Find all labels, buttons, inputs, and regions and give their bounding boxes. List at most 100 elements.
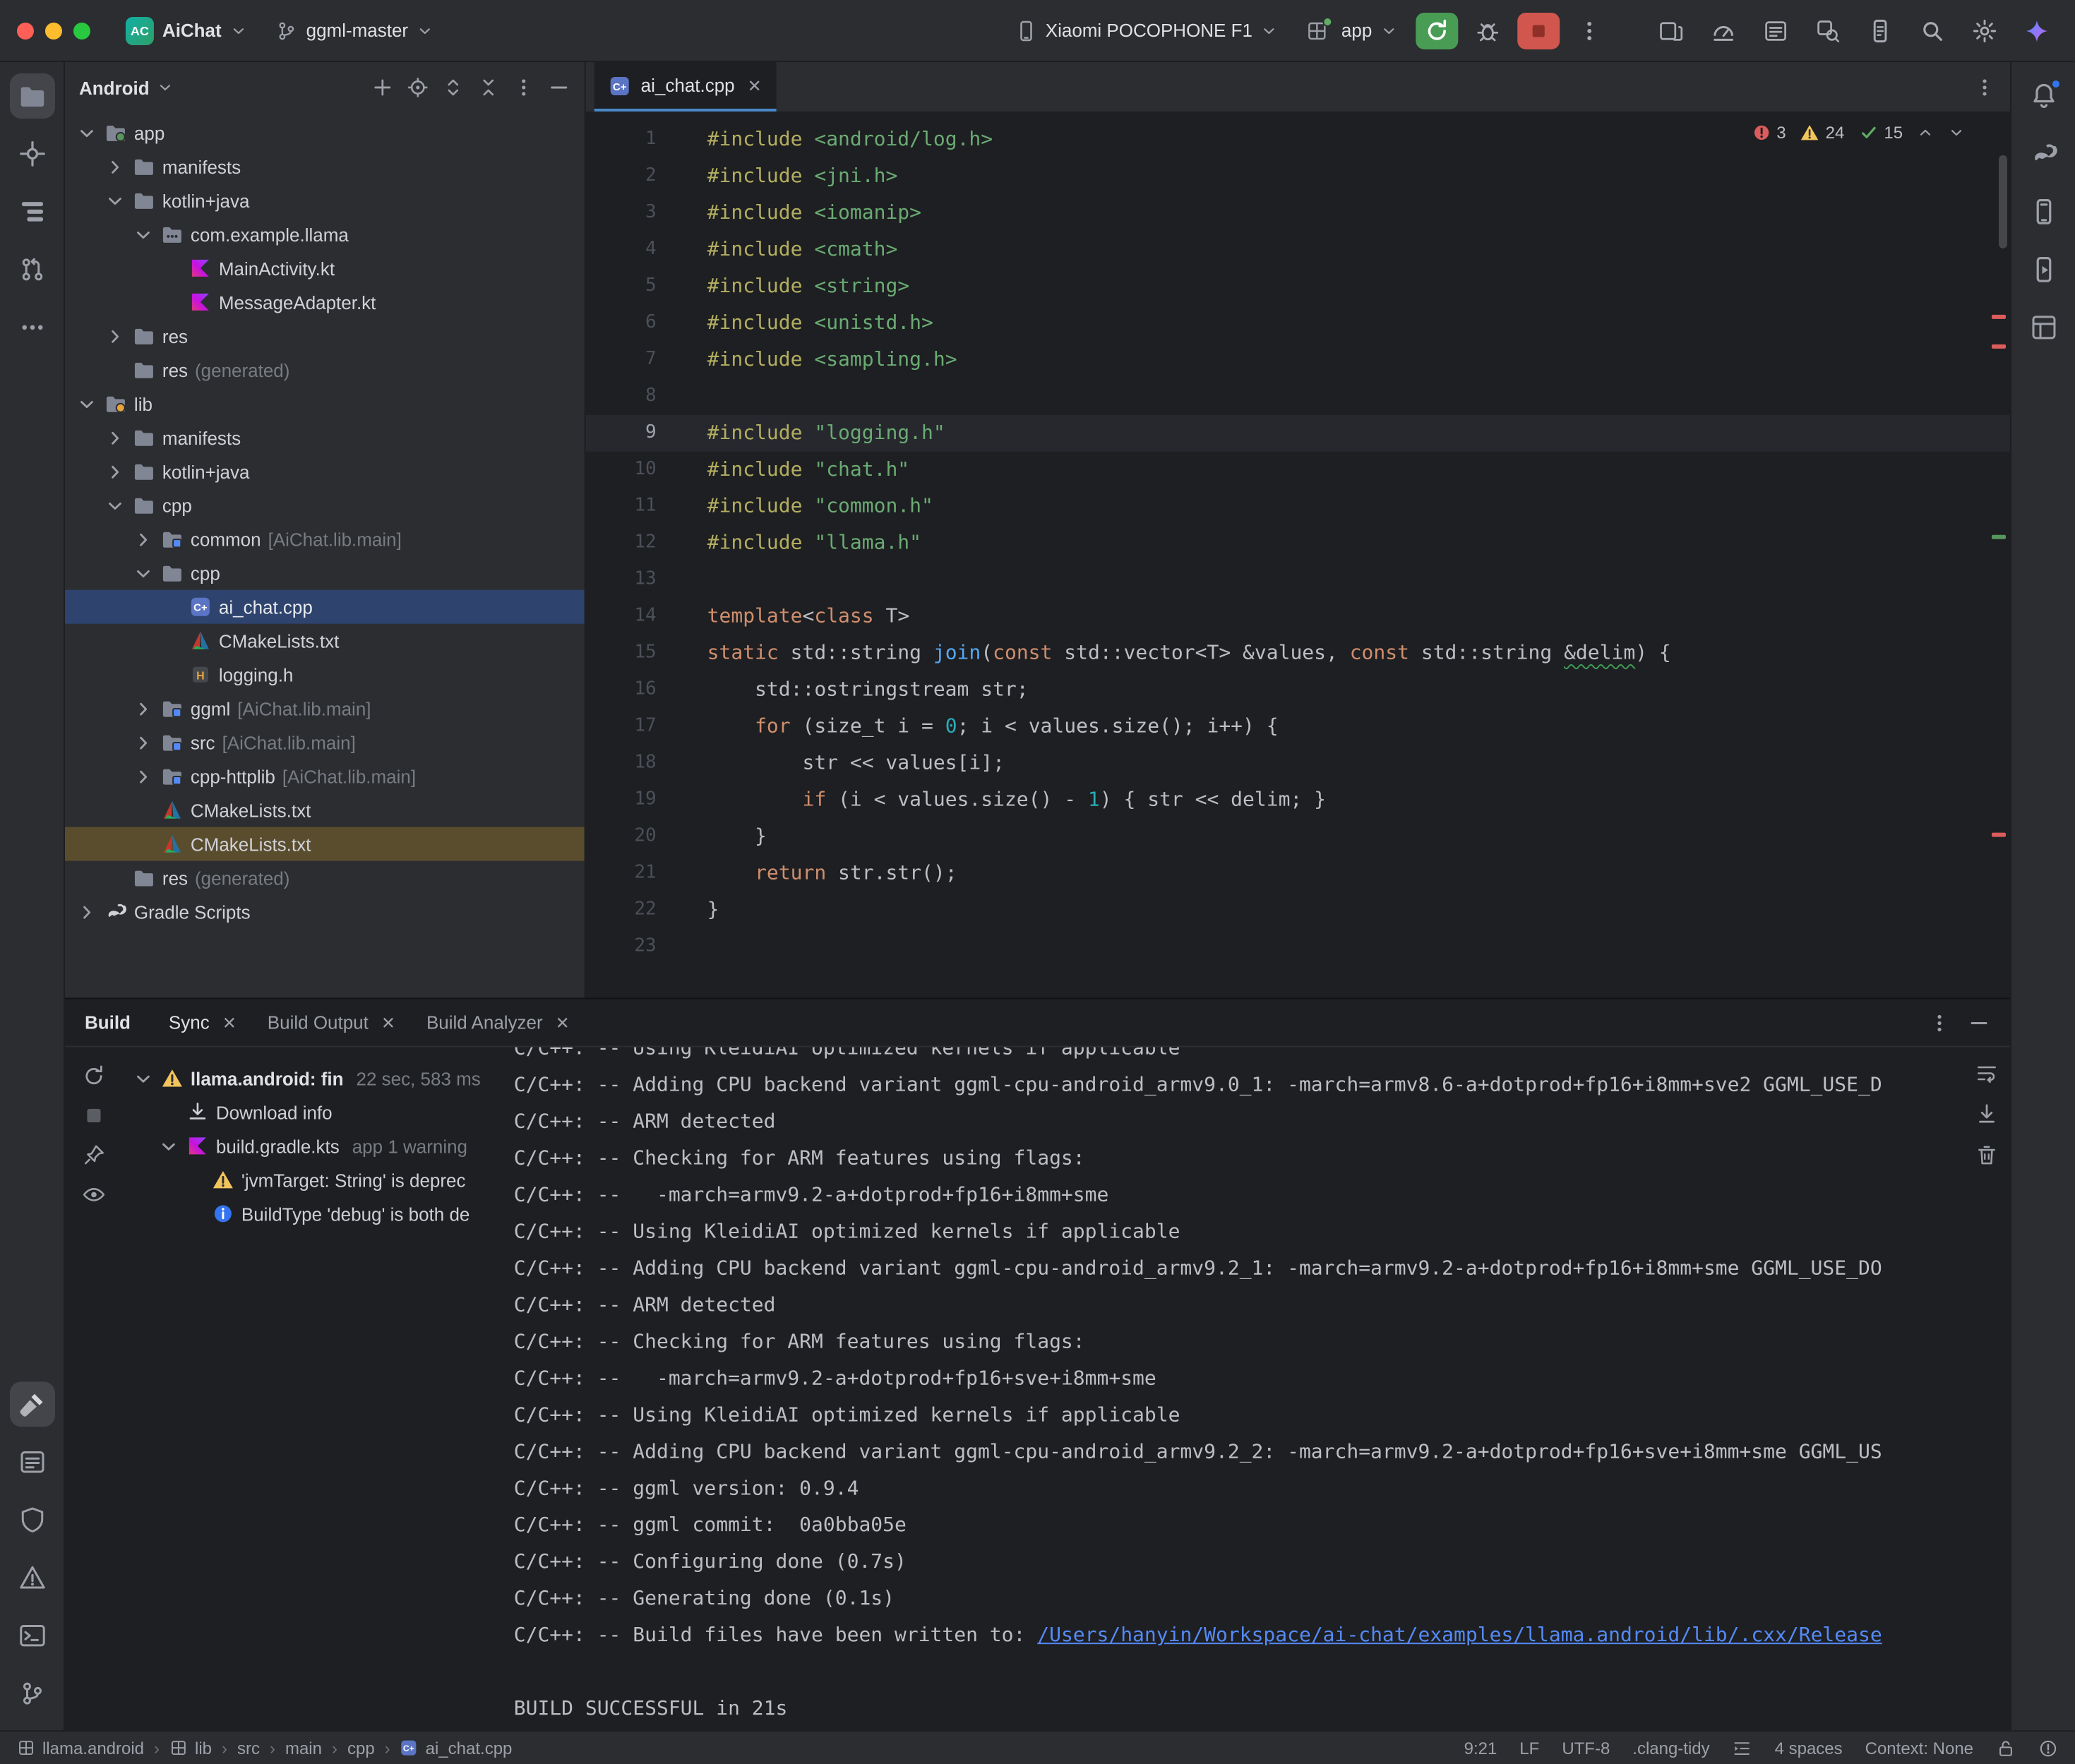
minimize-window-button[interactable] — [45, 22, 62, 39]
tree-item[interactable]: cpp — [65, 556, 585, 590]
code-line[interactable]: 18 str << values[i]; — [586, 745, 2010, 782]
commit-button[interactable] — [9, 131, 54, 176]
tree-item[interactable]: lib — [65, 387, 585, 421]
code-line[interactable]: 11#include "common.h" — [586, 488, 2010, 525]
error-stripe-mark[interactable] — [1992, 344, 2006, 349]
error-stripe-mark[interactable] — [1992, 315, 2006, 319]
more-run-options-button[interactable] — [1568, 12, 1610, 49]
tree-item[interactable]: ggml[AiChat.lib.main] — [65, 692, 585, 726]
code-line[interactable]: 6#include <unistd.h> — [586, 305, 2010, 342]
expand-all-icon[interactable] — [442, 76, 465, 99]
tree-item[interactable]: res(generated) — [65, 353, 585, 387]
error-stripe-mark[interactable] — [1992, 833, 2006, 837]
encoding-widget[interactable]: UTF-8 — [1562, 1738, 1610, 1758]
code-line[interactable]: 7#include <sampling.h> — [586, 342, 2010, 378]
app-quality-insights-button[interactable] — [9, 1497, 54, 1542]
breadcrumb-item[interactable]: C+ai_chat.cpp — [400, 1738, 513, 1758]
chevron-down-icon[interactable] — [133, 563, 154, 584]
search-everywhere-button[interactable] — [1911, 12, 1954, 49]
inspections-widget[interactable]: 3 24 15 — [1740, 119, 1976, 147]
caret-position-widget[interactable]: 9:21 — [1464, 1738, 1497, 1758]
tree-item[interactable]: cpp — [65, 488, 585, 522]
pull-requests-button[interactable] — [9, 247, 54, 292]
code-line[interactable]: 20 } — [586, 819, 2010, 856]
chevron-down-icon[interactable] — [104, 190, 126, 211]
layout-inspector-button[interactable] — [2021, 305, 2066, 350]
build-tab-sync[interactable]: Sync✕ — [156, 1007, 249, 1039]
breadcrumb-item[interactable]: lib — [169, 1738, 212, 1758]
chevron-right-icon[interactable] — [104, 461, 126, 482]
tree-item[interactable]: C+ai_chat.cpp — [65, 590, 585, 624]
stop-icon[interactable] — [81, 1103, 105, 1127]
tree-item[interactable]: CMakeLists.txt — [65, 793, 585, 827]
editor-tab-ai-chat-cpp[interactable]: C+ ai_chat.cpp ✕ — [594, 62, 776, 112]
hide-build-window-icon[interactable] — [1968, 1011, 1990, 1033]
pin-icon[interactable] — [81, 1143, 105, 1167]
error-stripe-mark[interactable] — [1992, 535, 2006, 539]
tree-item[interactable]: kotlin+java — [65, 455, 585, 488]
next-problem-icon[interactable] — [1948, 124, 1965, 141]
console-file-link[interactable]: /Users/hanyin/Workspace/ai-chat/examples… — [1037, 1624, 1882, 1647]
chevron-down-icon[interactable] — [76, 122, 97, 143]
indent-size-widget[interactable]: 4 spaces — [1775, 1738, 1843, 1758]
tree-item[interactable]: llama.android: fin22 sec, 583 ms — [121, 1061, 503, 1095]
tree-item[interactable]: Hlogging.h — [65, 658, 585, 692]
stop-button[interactable] — [1517, 12, 1560, 49]
version-control-button[interactable] — [9, 1671, 54, 1716]
close-tab-icon[interactable]: ✕ — [222, 1012, 237, 1032]
code-line[interactable]: 21 return str.str(); — [586, 856, 2010, 892]
clang-tidy-widget[interactable]: .clang-tidy — [1632, 1738, 1709, 1758]
context-widget[interactable]: Context: None — [1865, 1738, 1973, 1758]
profiler-button[interactable] — [1702, 12, 1745, 49]
zoom-window-button[interactable] — [73, 22, 90, 39]
gemini-button[interactable] — [2016, 12, 2058, 49]
tree-item[interactable]: CMakeLists.txt — [65, 624, 585, 658]
line-separator-widget[interactable]: LF — [1519, 1738, 1539, 1758]
build-button[interactable] — [9, 1381, 54, 1427]
indent-style-widget[interactable] — [1733, 1738, 1752, 1758]
code-line[interactable]: 19 if (i < values.size() - 1) { str << d… — [586, 782, 2010, 819]
hide-panel-icon[interactable] — [548, 76, 570, 99]
tree-item[interactable]: app — [65, 116, 585, 150]
rerun-button[interactable] — [1416, 12, 1458, 49]
write-access-widget[interactable] — [1996, 1738, 2016, 1758]
refresh-sync-icon[interactable] — [81, 1064, 105, 1088]
soft-wrap-icon[interactable] — [1975, 1061, 1999, 1085]
tree-item[interactable]: MessageAdapter.kt — [65, 285, 585, 319]
tree-item[interactable]: manifests — [65, 421, 585, 455]
tree-item[interactable]: kotlin+java — [65, 184, 585, 217]
project-button[interactable] — [9, 73, 54, 119]
tree-item[interactable]: BuildType 'debug' is both de — [121, 1196, 503, 1230]
locate-file-icon[interactable] — [407, 76, 429, 99]
code-line[interactable]: 4#include <cmath> — [586, 232, 2010, 268]
tree-item[interactable]: res(generated) — [65, 861, 585, 895]
code-line[interactable]: 8 — [586, 378, 2010, 415]
project-view-selector[interactable]: Android — [79, 77, 150, 98]
chevron-right-icon[interactable] — [76, 901, 97, 923]
breadcrumb-item[interactable]: src — [237, 1738, 260, 1758]
build-tab-build-analyzer[interactable]: Build Analyzer✕ — [414, 1007, 582, 1039]
chevron-right-icon[interactable] — [133, 529, 154, 550]
close-tab-icon[interactable]: ✕ — [748, 76, 762, 95]
more-tools-button[interactable] — [9, 305, 54, 350]
device-explorer-button[interactable] — [1859, 12, 1901, 49]
code-line[interactable]: 2#include <jni.h> — [586, 158, 2010, 195]
device-mirroring-button[interactable] — [1650, 12, 1692, 49]
code-line[interactable]: 3#include <iomanip> — [586, 195, 2010, 232]
settings-button[interactable] — [1963, 12, 2006, 49]
collapse-all-icon[interactable] — [477, 76, 500, 99]
close-tab-icon[interactable]: ✕ — [556, 1012, 570, 1032]
code-line[interactable]: 10#include "chat.h" — [586, 452, 2010, 488]
running-devices-button[interactable] — [2021, 247, 2066, 292]
build-options-icon[interactable] — [1928, 1011, 1951, 1033]
code-editor[interactable]: 1#include <android/log.h>2#include <jni.… — [586, 113, 2010, 998]
code-line[interactable]: 5#include <string> — [586, 268, 2010, 305]
code-line[interactable]: 13 — [586, 562, 2010, 599]
chevron-right-icon[interactable] — [104, 325, 126, 347]
tree-item[interactable]: cpp-httplib[AiChat.lib.main] — [65, 760, 585, 793]
code-line[interactable]: 17 for (size_t i = 0; i < values.size();… — [586, 709, 2010, 745]
close-window-button[interactable] — [17, 22, 34, 39]
tree-item[interactable]: CMakeLists.txt — [65, 827, 585, 861]
code-line[interactable]: 23 — [586, 929, 2010, 966]
code-line[interactable]: 16 std::ostringstream str; — [586, 672, 2010, 709]
